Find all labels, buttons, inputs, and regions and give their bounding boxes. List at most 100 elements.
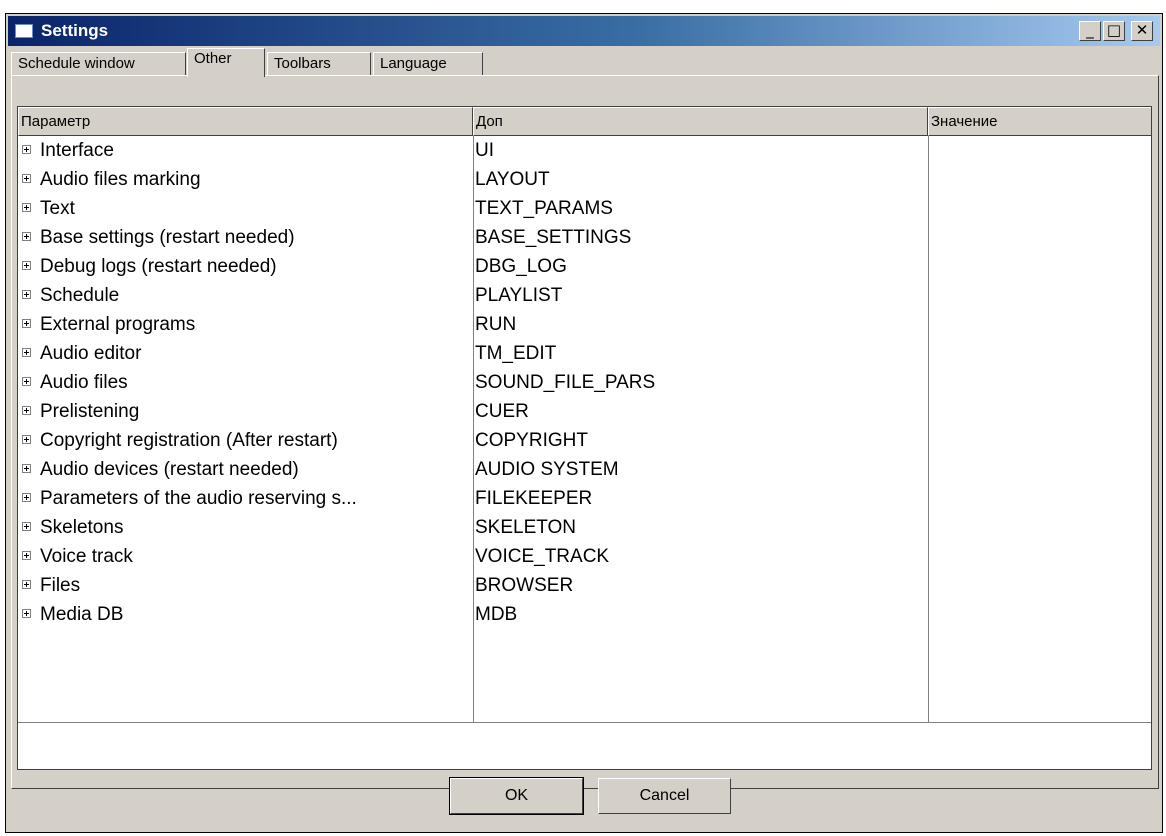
value-cell[interactable] (930, 426, 1150, 455)
value-cell[interactable] (930, 484, 1150, 513)
column-header-dop[interactable]: Доп (473, 107, 928, 136)
expand-icon[interactable] (22, 145, 31, 154)
maximize-button[interactable]: □ (1103, 21, 1125, 41)
tab-schedule-window[interactable]: Schedule window (11, 52, 186, 76)
grid-body: Interface UI Audio files marking LAYOUT Text… (18, 136, 1151, 722)
expand-icon[interactable] (22, 319, 31, 328)
close-button[interactable]: ✕ (1131, 21, 1153, 41)
dop-cell: UI (475, 140, 494, 161)
expand-icon[interactable] (22, 377, 31, 386)
dop-cell: TEXT_PARAMS (475, 198, 613, 219)
value-cell[interactable] (930, 397, 1150, 426)
value-cell[interactable] (930, 513, 1150, 542)
param-cell: Audio devices (restart needed) (40, 459, 299, 480)
expand-icon[interactable] (22, 203, 31, 212)
param-cell: Copyright registration (After restart) (40, 430, 338, 451)
value-cell[interactable] (930, 368, 1150, 397)
cancel-button[interactable]: Cancel (598, 778, 731, 814)
table-row[interactable]: Interface UI (18, 136, 1151, 165)
param-cell: Skeletons (40, 517, 124, 538)
expand-icon[interactable] (22, 464, 31, 473)
table-row[interactable]: Audio devices (restart needed) AUDIO SYST… (18, 455, 1151, 484)
ok-button[interactable]: OK (449, 777, 584, 815)
expand-icon[interactable] (22, 435, 31, 444)
table-row[interactable]: Schedule PLAYLIST (18, 281, 1151, 310)
param-cell: Text (40, 198, 75, 219)
value-cell[interactable] (930, 136, 1150, 165)
table-row[interactable]: Voice track VOICE_TRACK (18, 542, 1151, 571)
dop-cell: FILEKEEPER (475, 488, 593, 509)
dop-cell: BROWSER (475, 575, 574, 596)
dop-cell: SOUND_FILE_PARS (475, 372, 656, 393)
param-cell: Audio editor (40, 343, 142, 364)
expand-icon[interactable] (22, 348, 31, 357)
tab-strip: Schedule window Other Toolbars Language (11, 48, 531, 77)
value-cell[interactable] (930, 223, 1150, 252)
dop-cell: SKELETON (475, 517, 577, 538)
param-cell: Interface (40, 140, 114, 161)
value-cell[interactable] (930, 571, 1150, 600)
grid-header: Параметр Доп Значение (18, 107, 1151, 136)
value-cell[interactable] (930, 542, 1150, 571)
dop-cell: LAYOUT (475, 169, 550, 190)
minimize-button[interactable]: _ (1079, 21, 1101, 41)
expand-icon[interactable] (22, 261, 31, 270)
tab-other[interactable]: Other (187, 48, 265, 77)
tab-toolbars[interactable]: Toolbars (267, 52, 371, 76)
param-cell: Voice track (40, 546, 133, 567)
expand-icon[interactable] (22, 580, 31, 589)
table-row[interactable]: Audio files SOUND_FILE_PARS (18, 368, 1151, 397)
table-row[interactable]: Media DB MDB (18, 600, 1151, 629)
dop-cell: RUN (475, 314, 517, 335)
table-row[interactable]: Prelistening CUER (18, 397, 1151, 426)
value-cell[interactable] (930, 600, 1150, 629)
title-bar[interactable]: Settings _ □ ✕ (8, 16, 1160, 46)
dop-cell: VOICE_TRACK (475, 546, 610, 567)
table-row[interactable]: Skeletons SKELETON (18, 513, 1151, 542)
expand-icon[interactable] (22, 609, 31, 618)
table-row[interactable]: Audio editor TM_EDIT (18, 339, 1151, 368)
value-cell[interactable] (930, 281, 1150, 310)
table-row[interactable]: Text TEXT_PARAMS (18, 194, 1151, 223)
param-cell: External programs (40, 314, 196, 335)
value-cell[interactable] (930, 165, 1150, 194)
param-cell: Audio files marking (40, 169, 201, 190)
table-row[interactable]: Parameters of the audio reserving s... FI… (18, 484, 1151, 513)
table-row[interactable]: Copyright registration (After restart) CO… (18, 426, 1151, 455)
param-cell: Base settings (restart needed) (40, 227, 295, 248)
value-cell[interactable] (930, 194, 1150, 223)
param-cell: Media DB (40, 604, 124, 625)
table-row[interactable]: Audio files marking LAYOUT (18, 165, 1151, 194)
table-row[interactable]: Debug logs (restart needed) DBG_LOG (18, 252, 1151, 281)
expand-icon[interactable] (22, 232, 31, 241)
expand-icon[interactable] (22, 174, 31, 183)
table-row[interactable]: External programs RUN (18, 310, 1151, 339)
param-cell: Parameters of the audio reserving s... (40, 488, 357, 509)
param-cell: Files (40, 575, 81, 596)
value-cell[interactable] (930, 339, 1150, 368)
expand-icon[interactable] (22, 551, 31, 560)
value-cell[interactable] (930, 252, 1150, 281)
value-cell[interactable] (930, 455, 1150, 484)
param-cell: Audio files (40, 372, 128, 393)
column-divider (473, 136, 474, 722)
column-divider (928, 136, 929, 722)
dop-cell: AUDIO SYSTEM (475, 459, 619, 480)
table-row[interactable]: Files BROWSER (18, 571, 1151, 600)
expand-icon[interactable] (22, 406, 31, 415)
dop-cell: COPYRIGHT (475, 430, 588, 451)
grid-bottom-divider (18, 722, 1151, 723)
column-header-value[interactable]: Значение (928, 107, 1151, 136)
expand-icon[interactable] (22, 522, 31, 531)
expand-icon[interactable] (22, 290, 31, 299)
window-icon (15, 24, 33, 38)
dop-cell: CUER (475, 401, 529, 422)
param-cell: Prelistening (40, 401, 140, 422)
table-row[interactable]: Base settings (restart needed) BASE_SETTI… (18, 223, 1151, 252)
dop-cell: DBG_LOG (475, 256, 567, 277)
expand-icon[interactable] (22, 493, 31, 502)
tab-language[interactable]: Language (373, 52, 483, 76)
value-cell[interactable] (930, 310, 1150, 339)
param-cell: Schedule (40, 285, 120, 306)
column-header-param[interactable]: Параметр (18, 107, 473, 136)
